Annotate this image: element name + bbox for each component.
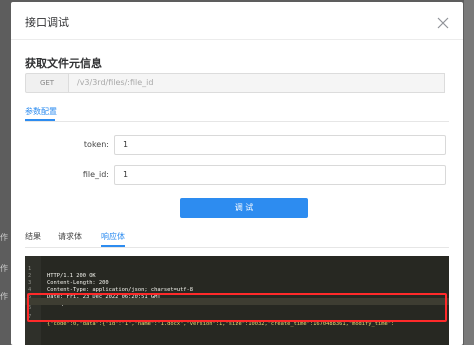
modal-title: 接口调试 bbox=[25, 16, 69, 29]
line-text: {"code":0,"data":{"id":"1","name":"1.doc… bbox=[47, 321, 395, 327]
tab-result[interactable]: 结果 bbox=[25, 231, 41, 242]
tab-params[interactable]: 参数配置 bbox=[25, 106, 57, 117]
tab-response-body[interactable]: 响应体 bbox=[101, 231, 125, 242]
path-field: /v3/3rd/files/:file_id bbox=[69, 73, 445, 93]
close-icon[interactable] bbox=[437, 14, 449, 29]
tab-request-body[interactable]: 请求体 bbox=[58, 231, 82, 242]
divider bbox=[25, 247, 449, 248]
section-title: 获取文件元信息 bbox=[25, 57, 102, 70]
background-text-1: 作 bbox=[0, 233, 8, 242]
file-id-input[interactable]: 1 bbox=[114, 165, 446, 185]
method-badge: GET bbox=[25, 73, 69, 93]
token-label: token: bbox=[83, 140, 109, 149]
file-id-label: file_id: bbox=[82, 170, 109, 179]
background-text-3: 作 bbox=[0, 292, 8, 301]
debug-modal: 接口调试 获取文件元信息 GET /v3/3rd/files/:file_id … bbox=[11, 2, 463, 345]
highlight-box bbox=[27, 293, 447, 322]
code-line: 1 HTTP/1.1 200 OK bbox=[25, 259, 449, 279]
debug-button[interactable]: 调 试 bbox=[180, 198, 308, 218]
code-line: 3 Content-Type: application/json; charse… bbox=[25, 273, 449, 293]
background-text-2: 作 bbox=[0, 264, 8, 273]
modal-header: 接口调试 bbox=[11, 2, 463, 40]
response-code-viewer[interactable]: 1 HTTP/1.1 200 OK 2 Content-Length: 200 … bbox=[25, 256, 449, 345]
code-line: 4 Date: Fri, 23 Dec 2022 06:20:51 GMT bbox=[25, 280, 449, 300]
background-right-strip bbox=[464, 0, 474, 345]
token-input[interactable]: 1 bbox=[114, 135, 446, 155]
divider bbox=[25, 121, 449, 122]
code-line: 2 Content-Length: 200 bbox=[25, 266, 449, 286]
